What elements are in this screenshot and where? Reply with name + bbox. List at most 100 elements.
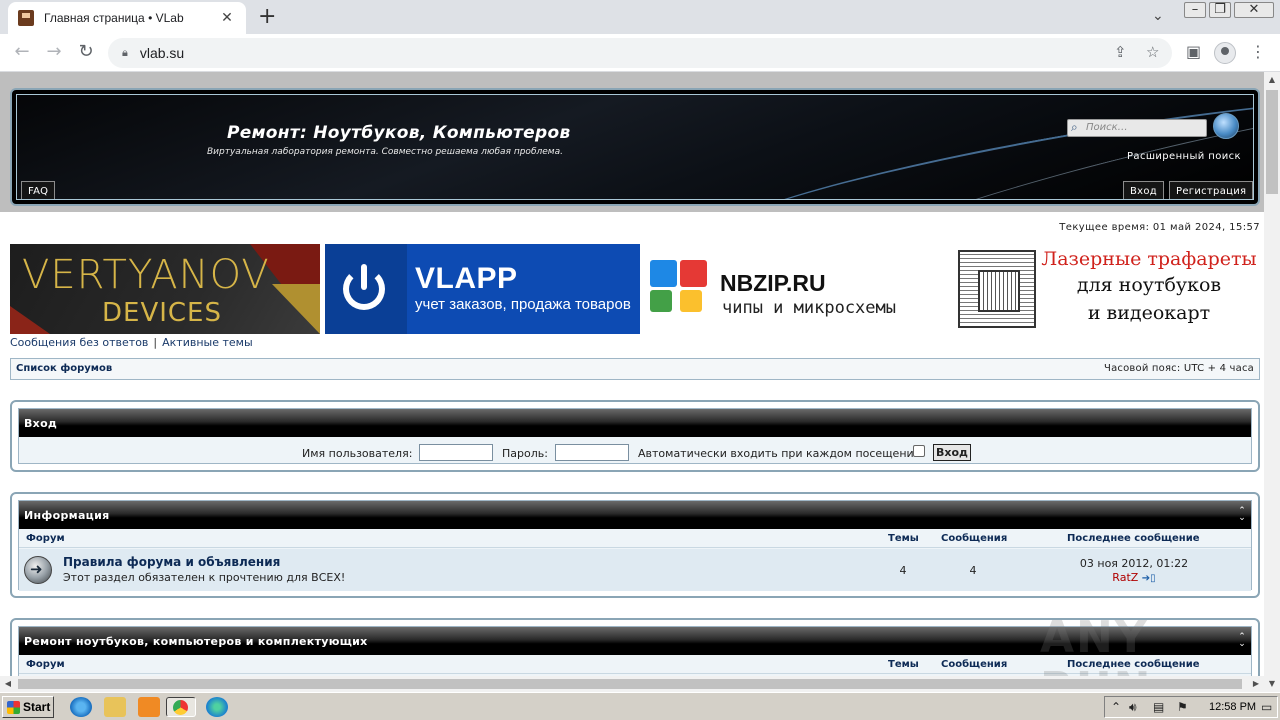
- forum-index-link[interactable]: Список форумов: [16, 363, 112, 374]
- tray-expand-icon[interactable]: ⌃: [1111, 700, 1121, 714]
- flag-icon[interactable]: ⚑: [1177, 700, 1188, 714]
- login-submit-button[interactable]: Вход: [933, 444, 971, 461]
- register-button[interactable]: Регистрация: [1169, 181, 1253, 199]
- last-post-author-link[interactable]: RatZ: [1112, 571, 1138, 584]
- ad-laser-line2: для ноутбуков: [1076, 274, 1222, 296]
- col-posts: Сообщения: [941, 533, 1008, 544]
- volume-icon[interactable]: 🔊︎: [1129, 700, 1137, 715]
- ie-icon[interactable]: [70, 697, 92, 717]
- reload-icon[interactable]: ↻: [74, 42, 98, 62]
- hscroll-thumb[interactable]: [18, 679, 1242, 689]
- scroll-down-arrow-icon[interactable]: ▼: [1264, 676, 1280, 692]
- view-latest-post-icon[interactable]: ➔▯: [1142, 573, 1156, 584]
- lock-icon[interactable]: 🔒︎: [122, 46, 128, 60]
- ad-laser-stencils[interactable]: Лазерные трафареты для ноутбуков и видео…: [950, 244, 1260, 334]
- browser-tabbar: Главная страница • VLab ✕ + ⌄ – ❐ ✕: [0, 0, 1280, 34]
- search-button-icon[interactable]: [1213, 113, 1239, 139]
- table-row: Правила форума и объявления Этот раздел …: [19, 549, 1251, 591]
- col-posts: Сообщения: [941, 659, 1008, 670]
- link-separator: |: [153, 336, 158, 349]
- information-forum-panel: Информация ⌃ ⌄ Форум Темы Сообщения После…: [10, 492, 1260, 598]
- tab-search-chevron-icon[interactable]: ⌄: [1152, 8, 1164, 24]
- forum-description: Этот раздел обязателен к прочтению для В…: [63, 571, 346, 584]
- side-panel-icon[interactable]: ▣: [1186, 42, 1201, 61]
- browser-toolbar: ← → ↻ 🔒︎ vlab.su ⇪ ☆ ▣ ⋮: [0, 34, 1280, 72]
- edge-icon[interactable]: [206, 697, 228, 717]
- windows-taskbar: Start ⌃ 🔊︎ ▤ ⚑ 12:58 PM ▭: [0, 692, 1280, 720]
- tab-title: Главная страница • VLab: [44, 11, 184, 25]
- header-banner: Ремонт: Ноутбуков, Компьютеров Виртуальн…: [16, 94, 1254, 200]
- faq-button[interactable]: FAQ: [21, 181, 56, 199]
- last-post-date: 03 ноя 2012, 01:22: [1079, 557, 1189, 570]
- username-field[interactable]: [419, 444, 493, 461]
- vertical-scrollbar[interactable]: ▲ ▼: [1264, 72, 1280, 692]
- tab-close-icon[interactable]: ✕: [218, 10, 236, 26]
- password-field[interactable]: [555, 444, 629, 461]
- scroll-right-arrow-icon[interactable]: ▶: [1248, 676, 1264, 692]
- collapse-toggle-icon[interactable]: ⌃ ⌄: [1236, 507, 1248, 523]
- advanced-search-link[interactable]: Расширенный поиск: [1127, 151, 1241, 162]
- browser-tab-active[interactable]: Главная страница • VLab ✕: [8, 2, 246, 34]
- notification-icon[interactable]: ▭: [1261, 700, 1272, 714]
- bookmark-star-icon[interactable]: ☆: [1146, 43, 1159, 61]
- col-forum: Форум: [26, 659, 65, 670]
- information-panel-header: Информация ⌃ ⌄: [19, 501, 1251, 529]
- logo-square-icon: [680, 290, 702, 312]
- address-bar[interactable]: 🔒︎ vlab.su: [108, 38, 1172, 68]
- password-label: Пароль:: [502, 447, 548, 460]
- ad-laser-line3: и видеокарт: [1087, 302, 1211, 324]
- media-player-icon[interactable]: [138, 697, 160, 717]
- forum-name-link[interactable]: Правила форума и объявления: [63, 555, 280, 569]
- ad-vlapp[interactable]: VLAPP учет заказов, продажа товаров: [325, 244, 640, 334]
- ad-banners: VERTYANOV DEVICES VLAPP учет заказов, пр…: [10, 244, 1260, 334]
- network-icon[interactable]: ▤: [1153, 700, 1164, 714]
- information-panel-title[interactable]: Информация: [24, 509, 110, 522]
- horizontal-scrollbar[interactable]: ◀ ▶: [0, 676, 1264, 692]
- autologin-label: Автоматически входить при каждом посещен…: [638, 447, 921, 460]
- scroll-thumb[interactable]: [1266, 90, 1278, 194]
- search-input[interactable]: Поиск…: [1067, 119, 1207, 137]
- logo-square-icon: [680, 260, 707, 287]
- power-icon: [325, 244, 407, 334]
- taskbar-clock: 12:58 PM: [1209, 701, 1257, 713]
- ad-vertyanov-line1: VERTYANOV: [22, 252, 270, 298]
- login-button[interactable]: Вход: [1123, 181, 1165, 199]
- forward-arrow-icon[interactable]: →: [42, 42, 66, 62]
- forum-column-headers: Форум Темы Сообщения Последнее сообщение: [19, 530, 1251, 548]
- ad-nbzip[interactable]: NBZIP.RU чипы и микросхемы: [640, 244, 950, 334]
- start-button[interactable]: Start: [2, 696, 54, 718]
- col-last-post: Последнее сообщение: [1067, 533, 1200, 544]
- new-tab-button[interactable]: +: [258, 4, 276, 30]
- col-forum: Форум: [26, 533, 65, 544]
- forum-posts-count: 4: [969, 564, 977, 577]
- chrome-icon: [173, 700, 188, 715]
- unanswered-posts-link[interactable]: Сообщения без ответов: [10, 336, 148, 349]
- site-title[interactable]: Ремонт: Ноутбуков, Компьютеров: [227, 123, 571, 143]
- chip-icon: [958, 250, 1036, 328]
- last-post-author: RatZ ➔▯: [1059, 571, 1209, 584]
- ad-vlapp-name: VLAPP: [415, 262, 518, 295]
- close-window-button[interactable]: ✕: [1234, 2, 1274, 18]
- login-panel-header: Вход: [19, 409, 1251, 437]
- active-topics-link[interactable]: Активные темы: [162, 336, 253, 349]
- scroll-up-arrow-icon[interactable]: ▲: [1264, 72, 1280, 88]
- ad-vertyanov[interactable]: VERTYANOV DEVICES: [10, 244, 320, 334]
- share-icon[interactable]: ⇪: [1114, 43, 1127, 61]
- restore-button[interactable]: ❐: [1209, 2, 1231, 18]
- ad-nbzip-name: NBZIP.RU: [720, 270, 826, 296]
- back-arrow-icon[interactable]: ←: [10, 42, 34, 62]
- minimize-button[interactable]: –: [1184, 2, 1206, 18]
- autologin-checkbox[interactable]: [913, 445, 925, 457]
- chrome-taskbar-icon[interactable]: [166, 697, 196, 717]
- forum-read-icon: [24, 556, 52, 584]
- username-label: Имя пользователя:: [302, 447, 413, 460]
- profile-avatar-icon[interactable]: [1214, 42, 1236, 64]
- ad-nbzip-sub: чипы и микросхемы: [722, 298, 896, 318]
- kebab-menu-icon[interactable]: ⋮: [1250, 42, 1266, 61]
- current-time: Текущее время: 01 май 2024, 15:57: [1059, 222, 1260, 233]
- scroll-left-arrow-icon[interactable]: ◀: [0, 676, 16, 692]
- logo-square-icon: [650, 290, 672, 312]
- folder-icon[interactable]: [104, 697, 126, 717]
- ad-vlapp-sub: учет заказов, продажа товаров: [415, 296, 631, 313]
- repair-panel-title[interactable]: Ремонт ноутбуков, компьютеров и комплект…: [24, 635, 368, 648]
